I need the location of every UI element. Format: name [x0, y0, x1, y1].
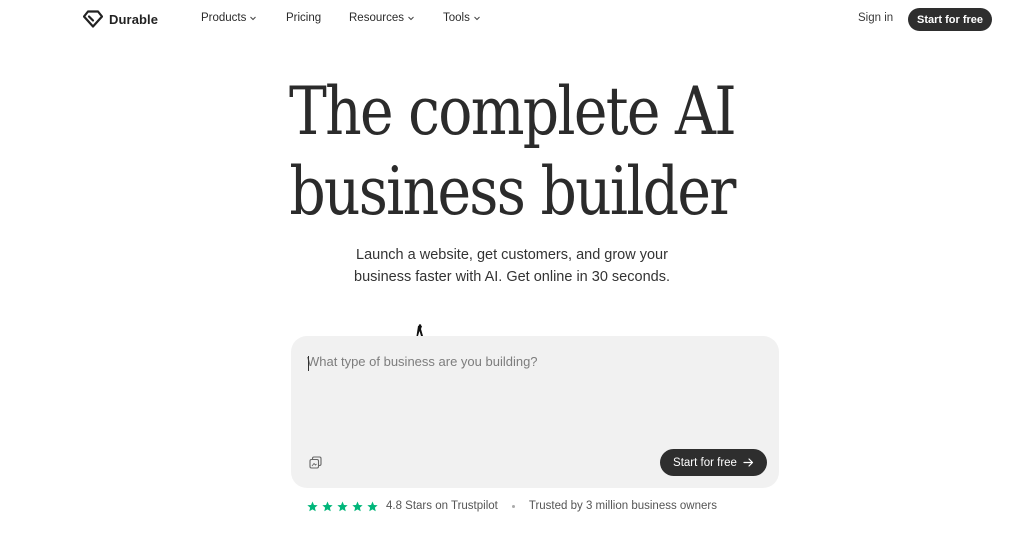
hero-subtitle-line-2: business faster with AI. Get online in 3… [354, 269, 670, 285]
trustpilot-stars [307, 501, 378, 512]
nav-item-label: Tools [443, 12, 470, 24]
star-icon [337, 501, 348, 511]
hero-headline-line-1: The complete AI [289, 73, 737, 150]
nav-item-products[interactable]: Products [201, 12, 257, 24]
top-nav: Durable Products Pricing Resources Tools… [0, 0, 1024, 38]
chevron-down-icon [250, 16, 257, 21]
hero-headline-line-2: business builder [289, 153, 736, 230]
trust-row: 4.8 Stars on Trustpilot Trusted by 3 mil… [0, 500, 1024, 512]
attach-icon[interactable] [308, 455, 323, 470]
star-icon [367, 501, 378, 511]
business-prompt-box: Start for free [291, 336, 779, 488]
nav-item-label: Pricing [286, 12, 322, 24]
nav-item-pricing[interactable]: Pricing [286, 12, 321, 24]
hero-headline: The complete AI business builder [254, 72, 770, 232]
sign-in-link[interactable]: Sign in [858, 12, 893, 24]
text-caret [308, 356, 309, 371]
business-type-input[interactable] [307, 354, 757, 434]
hero-subtitle-line-1: Launch a website, get customers, and gro… [356, 247, 668, 263]
chevron-down-icon [474, 16, 480, 21]
nav-item-tools[interactable]: Tools [443, 12, 481, 24]
nav-item-label: Resources [349, 12, 404, 24]
star-icon [307, 501, 318, 511]
prompt-cta-label: Start for free [673, 456, 737, 469]
separator-dot [511, 504, 515, 508]
nav-item-label: Products [201, 12, 247, 24]
chevron-down-icon [408, 16, 414, 21]
trustpilot-rating-text: 4.8 Stars on Trustpilot [385, 500, 498, 512]
arrow-right-icon [743, 458, 754, 467]
brand-name: Durable [109, 11, 159, 27]
diamond-logo-icon [83, 10, 103, 28]
nav-item-resources[interactable]: Resources [349, 12, 415, 24]
hero-subtitle: Launch a website, get customers, and gro… [312, 244, 712, 288]
prompt-start-for-free-button[interactable]: Start for free [660, 449, 767, 476]
star-icon [352, 501, 363, 511]
brand-logo[interactable]: Durable [83, 10, 158, 28]
nav-start-for-free-button[interactable]: Start for free [908, 8, 992, 31]
star-icon [322, 501, 333, 511]
trusted-by-text: Trusted by 3 million business owners [528, 500, 717, 512]
